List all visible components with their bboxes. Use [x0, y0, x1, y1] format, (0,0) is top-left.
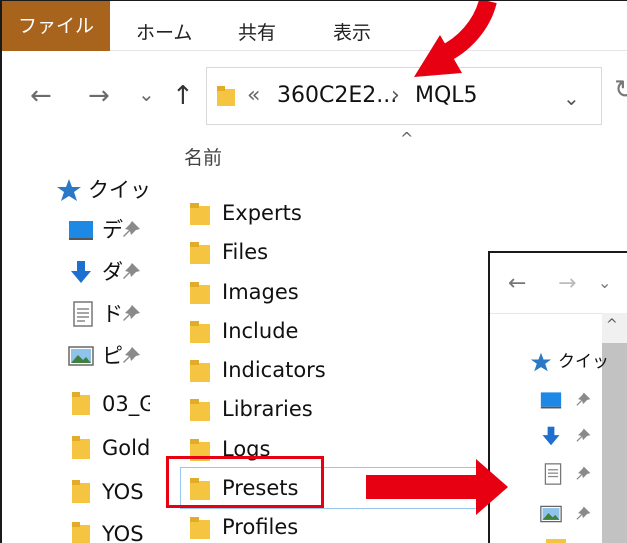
- sidebar-item-folder-yos-1[interactable]: YOS: [2, 475, 150, 509]
- recent-locations-button[interactable]: ⌄: [138, 81, 155, 107]
- list-item-label: Indicators: [222, 358, 326, 382]
- list-item[interactable]: Files: [150, 234, 490, 270]
- address-separator[interactable]: ›: [391, 82, 400, 110]
- sidebar-item-downloads[interactable]: ダ: [2, 255, 150, 289]
- folder-icon: [190, 242, 210, 264]
- sidebar-item-label: クイッ: [558, 352, 609, 372]
- list-item[interactable]: Indicators: [150, 352, 490, 388]
- address-bar[interactable]: « 360C2E2... › MQL5 ⌄: [206, 67, 602, 125]
- list-item-label: Images: [222, 280, 299, 304]
- ribbon-tab-home[interactable]: ホーム: [136, 15, 192, 51]
- star-icon: [57, 179, 81, 201]
- address-segment-2[interactable]: MQL5: [415, 82, 478, 110]
- list-item[interactable]: Libraries: [150, 391, 490, 427]
- folder-icon: [217, 86, 235, 106]
- desktop-icon: [540, 392, 562, 409]
- pin-icon: [123, 305, 140, 321]
- refresh-icon[interactable]: ↻: [614, 75, 627, 105]
- folder-icon: [190, 399, 210, 421]
- sidebar-item-label: クイック: [88, 178, 150, 202]
- picture-icon: [68, 346, 94, 366]
- folder-icon: [190, 203, 210, 225]
- column-header-name[interactable]: 名前: [184, 143, 222, 170]
- folder-icon: [72, 480, 90, 503]
- address-overflow[interactable]: «: [247, 82, 260, 110]
- sidebar-item-downloads[interactable]: [490, 421, 602, 453]
- list-item-label: Profiles: [222, 515, 299, 539]
- scroll-up-arrow[interactable]: ^: [606, 317, 618, 333]
- address-segment-1[interactable]: 360C2E2...: [277, 82, 397, 110]
- sidebar-item-pictures[interactable]: ピ: [2, 339, 150, 373]
- annotation-highlight-box: [166, 456, 324, 508]
- navigation-pane: クイック デ ダ: [2, 129, 150, 543]
- sidebar-item-quick-access[interactable]: クイッ: [490, 347, 609, 379]
- list-item-label: Libraries: [222, 397, 313, 421]
- list-item[interactable]: Images: [150, 274, 490, 310]
- address-dropdown-button[interactable]: ⌄: [563, 86, 580, 110]
- sidebar-item-documents[interactable]: ド: [2, 297, 150, 331]
- star-icon: [530, 352, 552, 372]
- desktop-icon: [69, 221, 93, 240]
- list-item-label: Files: [222, 240, 269, 264]
- ribbon-tab-view[interactable]: 表示: [333, 15, 371, 51]
- forward-button[interactable]: →: [558, 271, 576, 296]
- picture-icon: [540, 505, 562, 523]
- sidebar-item-label: Gold: [102, 436, 150, 460]
- sidebar-item-folder-gold[interactable]: Gold: [2, 431, 150, 465]
- pin-icon: [576, 392, 591, 406]
- sidebar-item-pictures[interactable]: [490, 499, 602, 531]
- list-item[interactable]: Experts: [150, 195, 490, 231]
- pin-icon: [576, 428, 591, 442]
- download-icon: [71, 261, 91, 283]
- sidebar-item-label: YOS: [102, 480, 144, 504]
- up-button[interactable]: ↑: [172, 83, 194, 109]
- recent-locations-button[interactable]: ⌄: [598, 273, 611, 292]
- pin-icon: [123, 263, 140, 279]
- folder-icon: [190, 282, 210, 304]
- pin-icon: [123, 347, 140, 363]
- sidebar-item-documents[interactable]: [490, 459, 602, 491]
- document-icon: [73, 301, 93, 327]
- sidebar-item-desktop[interactable]: デ: [2, 213, 150, 247]
- folder-icon: [546, 539, 566, 543]
- sort-indicator: ^: [400, 129, 414, 148]
- sidebar-item-desktop[interactable]: [490, 385, 602, 417]
- forward-button[interactable]: →: [88, 83, 110, 109]
- sidebar-item-label: YOS: [102, 522, 144, 543]
- pin-icon: [123, 221, 140, 237]
- folder-icon: [72, 392, 90, 415]
- folder-icon: [190, 321, 210, 343]
- list-item[interactable]: Include: [150, 313, 490, 349]
- back-button[interactable]: ←: [508, 271, 526, 296]
- ribbon: ファイル ホーム 共有 表示: [2, 1, 627, 51]
- second-explorer-window: ← → ⌄ ^ クイッ: [488, 251, 627, 543]
- folder-icon: [72, 522, 90, 543]
- list-item[interactable]: Profiles: [150, 509, 490, 543]
- sidebar-item-quick-access[interactable]: クイック: [2, 173, 150, 207]
- download-icon: [542, 426, 560, 446]
- folder-icon: [190, 517, 210, 539]
- pin-icon: [576, 466, 591, 480]
- explorer-window: ファイル ホーム 共有 表示 ← → ⌄ ↑ « 360C2E2... › MQ…: [0, 0, 627, 543]
- pin-icon: [576, 506, 591, 520]
- ribbon-tab-file[interactable]: ファイル: [2, 1, 110, 51]
- sidebar-item-label: 03_G: [102, 392, 150, 416]
- back-button[interactable]: ←: [30, 83, 52, 109]
- folder-icon: [72, 436, 90, 459]
- folder-icon: [190, 360, 210, 382]
- sidebar-item-folder-yos-2[interactable]: YOS: [2, 517, 150, 543]
- list-item-label: Experts: [222, 201, 302, 225]
- sidebar-item-folder-03g[interactable]: 03_G: [2, 387, 150, 421]
- list-item-label: Include: [222, 319, 299, 343]
- ribbon-tab-share[interactable]: 共有: [238, 15, 276, 51]
- document-icon: [544, 463, 562, 485]
